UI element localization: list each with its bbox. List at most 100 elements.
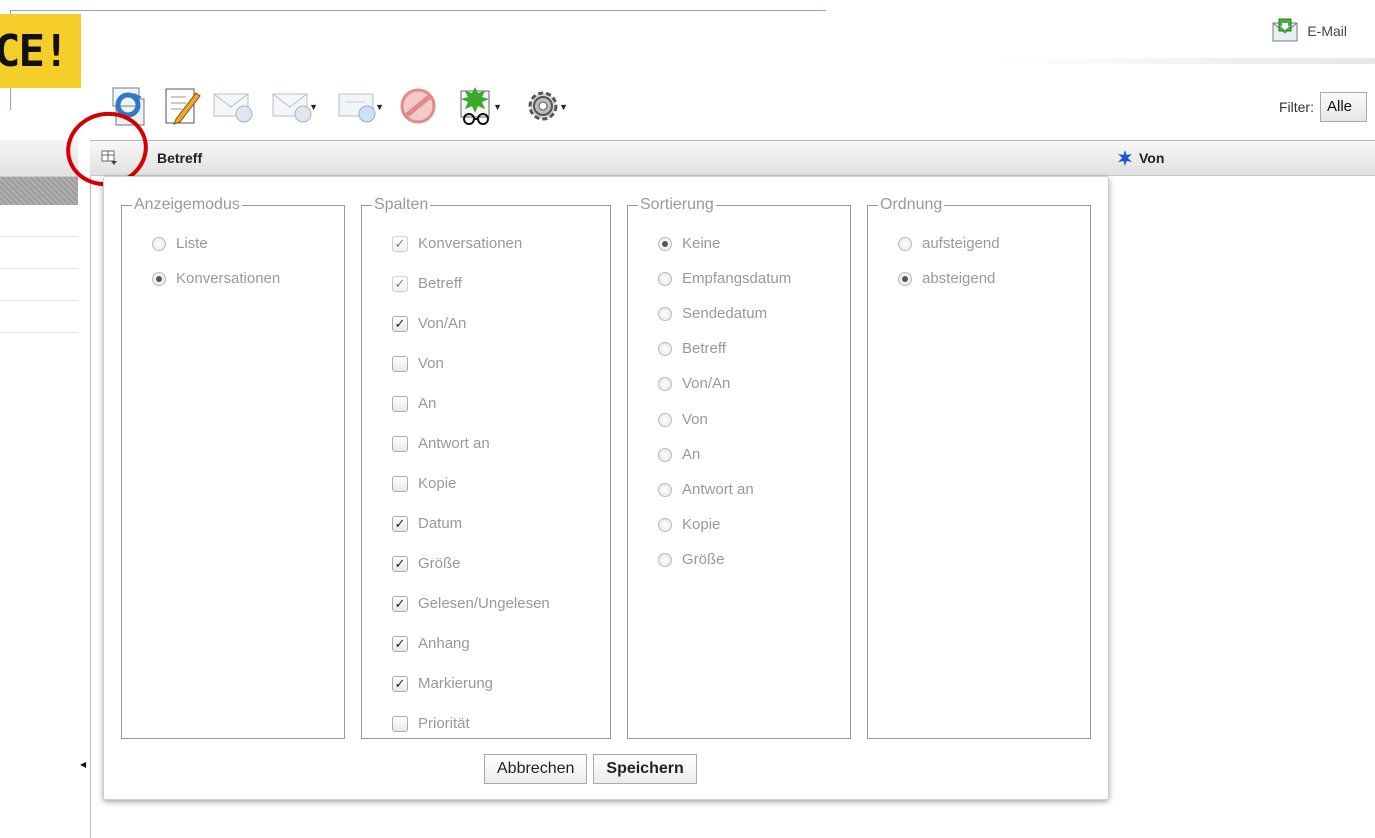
compose-button[interactable] — [156, 80, 208, 132]
radio-aufsteigend[interactable]: aufsteigend — [898, 235, 1000, 252]
header-divider — [1000, 58, 1375, 64]
radio-button[interactable] — [658, 271, 672, 286]
checkbox[interactable] — [392, 715, 408, 732]
column-subject[interactable]: Betreff — [157, 150, 202, 166]
reply-icon — [212, 88, 256, 124]
radio-button[interactable] — [658, 552, 672, 567]
forward-button[interactable]: ▼ — [326, 80, 392, 132]
radio-absteigend[interactable]: absteigend — [898, 270, 995, 287]
checkbox-antwort-an[interactable]: Antwort an — [392, 435, 490, 452]
radio-button[interactable] — [658, 447, 672, 462]
order-group: Ordnung aufsteigend absteigend — [867, 197, 1091, 739]
radio-sort-von-an[interactable]: Von/An — [658, 375, 730, 392]
radio-sort-von[interactable]: Von — [658, 411, 708, 428]
settings-button[interactable]: ▼ — [510, 80, 576, 132]
column-from[interactable]: Von — [1117, 150, 1164, 166]
checkbox-markierung[interactable]: ✓ Markierung — [392, 675, 493, 692]
dialog-buttons: Abbrechen Speichern — [484, 754, 697, 784]
radio-sort-antwort-an[interactable]: Antwort an — [658, 481, 754, 498]
reply-all-button[interactable]: ▼ — [260, 80, 326, 132]
email-link[interactable]: E-Mail — [1271, 18, 1347, 44]
folder-item[interactable] — [0, 269, 78, 301]
radio-button[interactable] — [658, 341, 672, 356]
radio-sort-sendedatum[interactable]: Sendedatum — [658, 305, 767, 322]
checkbox[interactable] — [392, 395, 408, 412]
checkbox[interactable] — [392, 435, 408, 452]
filter-label: Filter: — [1278, 99, 1314, 115]
save-button[interactable]: Speichern — [593, 754, 697, 784]
checkbox-gelesen[interactable]: ✓ Gelesen/Ungelesen — [392, 595, 550, 612]
radio-button[interactable] — [898, 236, 912, 251]
chevron-down-icon: ▼ — [559, 102, 568, 112]
option-label: Anhang — [418, 635, 470, 652]
logo-text: CE! — [0, 26, 69, 77]
checkbox-von[interactable]: Von — [392, 355, 444, 372]
checkbox[interactable]: ✓ — [392, 275, 408, 292]
message-list-header: Betreff Von — [90, 140, 1375, 176]
option-label: Betreff — [682, 340, 726, 357]
radio-sort-keine[interactable]: Keine — [658, 235, 720, 252]
checkbox-prioritaet[interactable]: Priorität — [392, 715, 470, 732]
pane-splitter[interactable] — [78, 140, 91, 838]
settings-icon — [523, 86, 563, 126]
checkbox-anhang[interactable]: ✓ Anhang — [392, 635, 470, 652]
option-label: Liste — [176, 235, 208, 252]
filter-select[interactable]: Alle — [1319, 92, 1367, 122]
radio-sort-groesse[interactable]: Größe — [658, 551, 725, 568]
option-label: Sendedatum — [682, 305, 768, 322]
radio-button[interactable] — [152, 236, 166, 251]
sorting-group: Sortierung Keine Empfangsdatum Sendedatu… — [627, 197, 851, 739]
checkbox-kopie[interactable]: Kopie — [392, 475, 456, 492]
folder-item-selected[interactable] — [0, 177, 78, 205]
reply-button[interactable] — [208, 80, 260, 132]
flag-star-icon — [1118, 150, 1132, 166]
checkbox-betreff[interactable]: ✓ Betreff — [392, 275, 462, 292]
columns-group: Spalten ✓ Konversationen ✓ Betreff ✓ Von/An… — [361, 197, 611, 739]
option-label: Kopie — [682, 516, 721, 533]
radio-button[interactable] — [658, 412, 672, 427]
option-label: Konversationen — [418, 235, 523, 252]
radio-sort-empfangsdatum[interactable]: Empfangsdatum — [658, 270, 791, 287]
radio-button[interactable] — [658, 517, 672, 532]
checkbox[interactable] — [392, 355, 408, 372]
radio-sort-kopie[interactable]: Kopie — [658, 516, 720, 533]
radio-button[interactable] — [152, 271, 166, 286]
radio-button[interactable] — [658, 306, 672, 321]
radio-sort-betreff[interactable]: Betreff — [658, 340, 726, 357]
cancel-button[interactable]: Abbrechen — [484, 754, 588, 784]
radio-button[interactable] — [658, 482, 672, 497]
checkbox[interactable] — [392, 475, 408, 492]
mark-icon — [457, 85, 497, 127]
delete-button[interactable] — [392, 80, 444, 132]
order-legend: Ordnung — [880, 196, 943, 213]
checkbox[interactable]: ✓ — [392, 515, 408, 532]
collapse-arrow-icon[interactable]: ◀ — [80, 760, 86, 769]
header-border — [10, 10, 826, 11]
checkbox[interactable]: ✓ — [392, 635, 408, 652]
display-mode-legend: Anzeigemodus — [134, 196, 240, 213]
checkbox-groesse[interactable]: ✓ Größe — [392, 555, 461, 572]
mark-button[interactable]: ▼ — [444, 80, 510, 132]
folder-item[interactable] — [0, 205, 78, 237]
checkbox[interactable]: ✓ — [392, 315, 408, 332]
folder-item[interactable] — [0, 301, 78, 333]
radio-liste[interactable]: Liste — [152, 235, 208, 252]
checkbox[interactable]: ✓ — [392, 675, 408, 692]
radio-sort-an[interactable]: An — [658, 446, 700, 463]
checkbox-an[interactable]: An — [392, 395, 436, 412]
option-label: Größe — [418, 555, 461, 572]
folder-item[interactable] — [0, 237, 78, 269]
checkbox[interactable]: ✓ — [392, 555, 408, 572]
checkbox-datum[interactable]: ✓ Datum — [392, 515, 462, 532]
checkbox[interactable]: ✓ — [392, 235, 408, 252]
sorting-legend: Sortierung — [640, 196, 714, 213]
radio-button[interactable] — [658, 236, 672, 251]
radio-button[interactable] — [898, 271, 912, 286]
checkbox-von-an[interactable]: ✓ Von/An — [392, 315, 466, 332]
radio-button[interactable] — [658, 376, 672, 391]
radio-konversationen[interactable]: Konversationen — [152, 270, 280, 287]
checkbox-konversationen[interactable]: ✓ Konversationen — [392, 235, 522, 252]
logo[interactable]: CE! — [0, 14, 81, 88]
option-label: Datum — [418, 515, 463, 532]
checkbox[interactable]: ✓ — [392, 595, 408, 612]
